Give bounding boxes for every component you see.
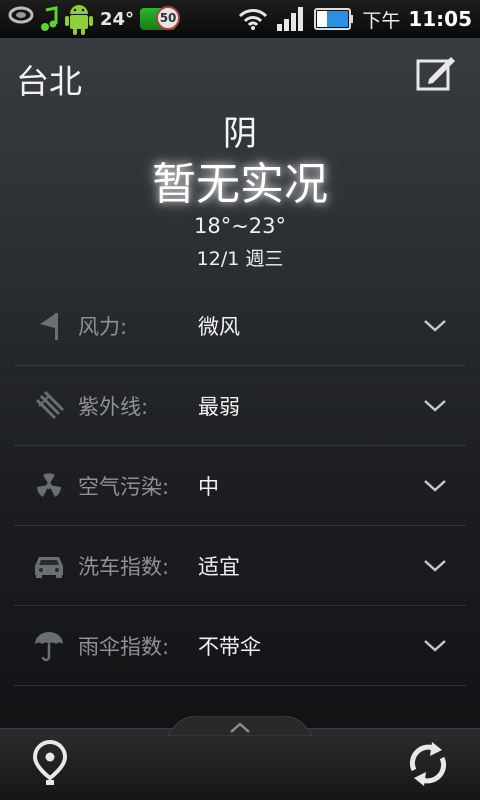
forecast-date: 12/1 週三: [196, 248, 284, 270]
android-icon: [65, 5, 93, 35]
temperature-range: 18°~23°: [193, 214, 287, 238]
uv-icon: [35, 390, 65, 419]
status-time-prefix: 下午: [362, 9, 401, 32]
detail-value: 不带伞: [198, 634, 261, 659]
detail-row-uv[interactable]: 紫外线: 最弱: [15, 366, 465, 446]
radiation-icon: [37, 472, 61, 497]
battery-icon: [314, 8, 354, 30]
location-button[interactable]: [30, 740, 70, 788]
live-status: 暂无实况: [152, 159, 328, 210]
battery-badge-value: 50: [156, 6, 181, 30]
chevron-down-icon: [424, 639, 446, 652]
detail-value: 最弱: [198, 394, 240, 419]
status-temperature: 24°: [100, 8, 135, 30]
battery-badge: 50: [140, 6, 181, 30]
detail-label: 风力:: [78, 314, 128, 339]
expand-handle[interactable]: [168, 716, 312, 736]
edit-button[interactable]: [415, 53, 457, 93]
chevron-down-icon: [424, 399, 446, 412]
status-bar: 24° 50 下午 11:05: [0, 0, 480, 38]
detail-row-air-pollution[interactable]: 空气污染: 中: [15, 446, 465, 526]
detail-value: 中: [198, 474, 219, 499]
detail-row-umbrella[interactable]: 雨伞指数: 不带伞: [15, 606, 465, 686]
umbrella-icon: [35, 631, 63, 661]
music-note-icon: [41, 6, 58, 31]
chevron-down-icon: [424, 559, 446, 572]
detail-row-wind[interactable]: 风力: 微风: [15, 286, 465, 366]
car-icon: [35, 556, 63, 578]
wifi-tethering-icon: [8, 6, 34, 24]
weather-condition: 阴: [223, 114, 257, 154]
refresh-icon: [409, 742, 447, 786]
detail-label: 雨伞指数:: [78, 634, 170, 659]
detail-label: 紫外线:: [78, 394, 149, 419]
wifi-icon: [239, 9, 268, 30]
weather-details-list: 风力: 微风 紫外线: 最弱 空气污染: 中 洗车指数: 适宜 雨伞指数: 不带…: [15, 286, 465, 686]
chevron-down-icon: [424, 319, 446, 332]
weather-summary: 阴 暂无实况 18°~23° 12/1 週三: [0, 112, 480, 274]
flag-icon: [40, 312, 58, 340]
detail-label: 洗车指数:: [78, 554, 170, 579]
refresh-button[interactable]: [406, 740, 450, 788]
status-time: 11:05: [408, 7, 472, 31]
detail-row-car-wash[interactable]: 洗车指数: 适宜: [15, 526, 465, 606]
detail-label: 空气污染:: [78, 474, 170, 499]
chevron-down-icon: [424, 479, 446, 492]
detail-value: 适宜: [198, 554, 240, 579]
city-name[interactable]: 台北: [16, 55, 82, 103]
detail-value: 微风: [198, 314, 240, 339]
signal-icon: [277, 7, 304, 31]
